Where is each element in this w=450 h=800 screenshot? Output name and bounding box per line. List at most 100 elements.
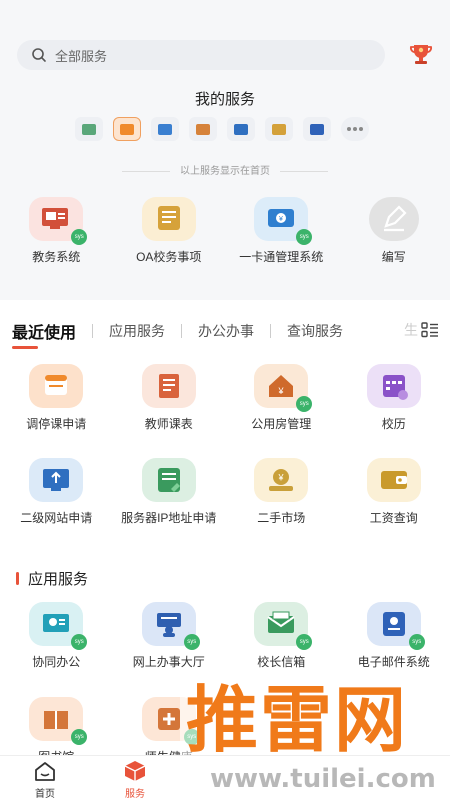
- app-service-email-system[interactable]: sys 电子邮件系统: [338, 602, 450, 670]
- blue-browser-icon[interactable]: [227, 117, 255, 141]
- orange-card-icon[interactable]: [113, 117, 141, 141]
- house-icon[interactable]: [189, 117, 217, 141]
- recent-item-teacher-timetable[interactable]: 教师课表: [113, 364, 226, 432]
- active-tab-indicator: [12, 346, 38, 349]
- tab-separator: [92, 324, 94, 338]
- service-label: 编写: [381, 250, 406, 264]
- service-label: 调停课申请: [26, 417, 87, 431]
- online-hall-icon: sys: [141, 602, 200, 650]
- nav-home[interactable]: 首页: [0, 756, 90, 800]
- my-services-title: 我的服务: [194, 91, 255, 108]
- sys-badge: sys: [296, 229, 313, 245]
- app-services-title: 应用服务: [28, 571, 89, 588]
- sys-badge: sys: [296, 396, 313, 412]
- recent-item-class-adjust[interactable]: 调停课申请: [0, 364, 113, 432]
- teacher-timetable-icon: [141, 364, 196, 408]
- second-hand-icon: ¥: [254, 458, 309, 502]
- service-label: 校历: [381, 417, 406, 431]
- home-service-card-management[interactable]: ¥ sys 一卡通管理系统: [225, 197, 338, 265]
- sys-badge: sys: [71, 634, 88, 650]
- service-label: 公用房管理: [251, 417, 312, 431]
- service-label: 一卡通管理系统: [239, 250, 324, 264]
- recent-item-second-hand[interactable]: ¥ 二手市场: [225, 458, 338, 526]
- home-display-note: 以上服务显示在首页: [0, 162, 450, 177]
- tab-separator: [270, 324, 272, 338]
- home-services-grid: sys 教务系统 OA校务事项 ¥ sys 一卡通管理系统 编写: [0, 197, 450, 265]
- app-service-online-hall[interactable]: sys 网上办事大厅: [113, 602, 226, 670]
- blue-folder-icon[interactable]: [303, 117, 331, 141]
- tab-3[interactable]: 查询服务: [283, 321, 347, 341]
- my-services-icon-row: [75, 117, 369, 141]
- watermark-brand: 推雷网: [186, 678, 409, 762]
- watermark-url: www.tuilei.com: [210, 764, 436, 794]
- recent-row: 二级网站申请 服务器IP地址申请 ¥ 二手市场 工资查询: [0, 458, 450, 526]
- sys-badge: sys: [183, 634, 200, 650]
- sys-badge: sys: [408, 634, 425, 650]
- nav-label: 服务: [125, 789, 145, 800]
- tab-0[interactable]: 最近使用: [12, 319, 80, 343]
- email-system-icon: sys: [366, 602, 425, 650]
- search-bar[interactable]: 全部服务: [17, 40, 385, 70]
- service-label: 电子邮件系统: [357, 655, 430, 669]
- service-label: 二级网站申请: [20, 511, 93, 525]
- heading-accent-bar: [16, 572, 19, 585]
- recent-item-sub-site[interactable]: 二级网站申请: [0, 458, 113, 526]
- service-label: 服务器IP地址申请: [121, 511, 217, 525]
- recent-item-public-housing[interactable]: ¥ sys 公用房管理: [225, 364, 338, 432]
- home-service-edit[interactable]: 编写: [338, 197, 450, 265]
- app-service-collab-office[interactable]: sys 协同办公: [0, 602, 113, 670]
- recent-item-salary-query[interactable]: 工资查询: [338, 458, 450, 526]
- library-icon: sys: [29, 697, 88, 745]
- recent-item-school-calendar[interactable]: 校历: [338, 364, 450, 432]
- money-bag-icon[interactable]: [265, 117, 293, 141]
- service-label: 教务系统: [32, 250, 81, 264]
- salary-query-icon: [366, 458, 421, 502]
- school-calendar-icon: [366, 364, 421, 408]
- public-housing-icon: ¥ sys: [254, 364, 313, 412]
- blue-screen-icon[interactable]: [151, 117, 179, 141]
- collab-office-icon: sys: [29, 602, 88, 650]
- card-management-icon: ¥ sys: [254, 197, 313, 245]
- recent-item-server-ip[interactable]: 服务器IP地址申请: [113, 458, 226, 526]
- sys-badge: sys: [296, 634, 313, 650]
- category-menu-icon[interactable]: [421, 322, 439, 338]
- svg-text:¥: ¥: [278, 386, 285, 396]
- tab-2[interactable]: 办公办事: [194, 321, 258, 341]
- category-tabs: 最近使用 应用服务 办公办事 查询服务: [12, 319, 347, 343]
- sys-badge: sys: [71, 229, 88, 245]
- home-icon: [35, 762, 55, 781]
- nav-label: 首页: [35, 789, 55, 800]
- tab-1[interactable]: 应用服务: [105, 321, 169, 341]
- search-placeholder: 全部服务: [55, 48, 108, 64]
- service-label: OA校务事项: [136, 250, 202, 264]
- more-icon[interactable]: [341, 117, 369, 141]
- nav-service-cube[interactable]: 服务: [90, 756, 180, 800]
- oa-affairs-icon: [141, 197, 196, 241]
- service-label: 工资查询: [369, 511, 418, 525]
- home-service-oa-affairs[interactable]: OA校务事项: [113, 197, 226, 265]
- app-service-president-mailbox[interactable]: sys 校长信箱: [225, 602, 338, 670]
- tab-separator: [181, 324, 183, 338]
- service-label: 网上办事大厅: [132, 655, 205, 669]
- service-label: 二手市场: [257, 511, 306, 525]
- edit-icon: [368, 197, 419, 241]
- service-label: 教师课表: [144, 417, 193, 431]
- teaching-system-icon: sys: [29, 197, 88, 245]
- president-mailbox-icon: sys: [254, 602, 313, 650]
- sys-badge: sys: [71, 729, 88, 745]
- service-cube-icon: [124, 761, 146, 781]
- tab-partial[interactable]: 生: [404, 320, 418, 340]
- trophy-icon[interactable]: [408, 41, 434, 67]
- home-service-teaching-system[interactable]: sys 教务系统: [0, 197, 113, 265]
- app-services-heading: 应用服务: [16, 568, 88, 589]
- recent-row: 调停课申请 教师课表 ¥ sys 公用房管理 校历: [0, 364, 450, 432]
- app-services-row: sys 协同办公 sys 网上办事大厅 sys 校长信箱 sys 电子邮件系统: [0, 602, 450, 670]
- green-doc-icon[interactable]: [75, 117, 103, 141]
- class-adjust-icon: [29, 364, 84, 408]
- svg-text:¥: ¥: [278, 473, 285, 483]
- search-icon: [32, 48, 46, 62]
- svg-text:¥: ¥: [279, 216, 283, 223]
- service-label: 协同办公: [32, 655, 81, 669]
- service-label: 校长信箱: [257, 655, 306, 669]
- sub-site-icon: [29, 458, 84, 502]
